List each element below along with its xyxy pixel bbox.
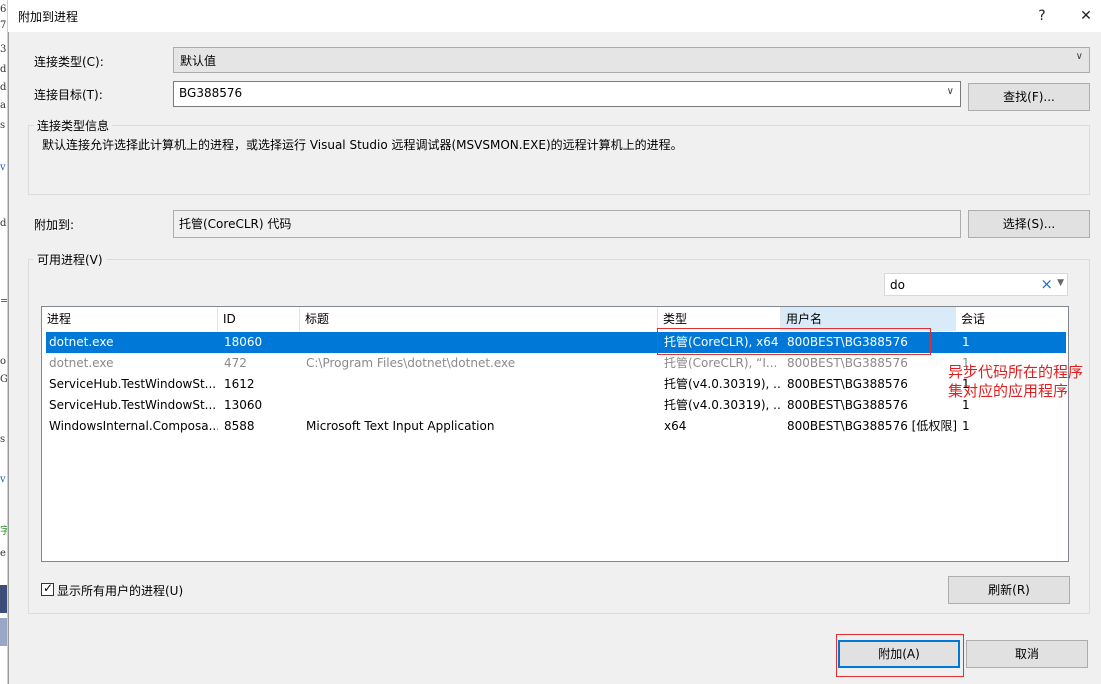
cell-username: 800BEST\BG388576	[787, 398, 908, 412]
process-filter-input[interactable]: do × ▼	[884, 273, 1068, 296]
find-button[interactable]: 查找(F)...	[968, 83, 1090, 111]
chevron-down-icon: ∨	[1075, 51, 1083, 62]
cell-session: 1	[962, 419, 970, 433]
connection-type-value: 默认值	[180, 54, 217, 68]
cell-id: 472	[224, 356, 247, 370]
attach-button[interactable]: 附加(A)	[838, 640, 960, 668]
connection-target-combo[interactable]: BG388576 ∨	[173, 81, 961, 107]
cell-process: WindowsInternal.Composa...	[49, 419, 218, 433]
connection-target-value: BG388576	[179, 86, 243, 100]
chevron-down-icon: ∨	[946, 86, 954, 97]
attach-to-label: 附加到:	[34, 218, 75, 232]
show-all-users-label[interactable]: 显示所有用户的进程(U)	[57, 582, 183, 599]
annotation-text-line1: 异步代码所在的程序	[948, 363, 1084, 381]
show-all-users-checkbox[interactable]: ✓	[41, 581, 54, 596]
cell-process: ServiceHub.TestWindowSt...	[49, 398, 217, 412]
background-window-strip: 6 7 3 d d a s v d = o G s v 字 e	[0, 0, 8, 684]
attach-to-field: 托管(CoreCLR) 代码	[173, 210, 961, 238]
cell-id: 13060	[224, 398, 263, 412]
annotation-text-line2: 集对应的应用程序	[948, 382, 1069, 400]
cell-id: 1612	[224, 377, 255, 391]
table-row[interactable]: WindowsInternal.Composa... 8588 Microsof…	[46, 416, 1066, 437]
dropdown-arrow-icon[interactable]: ▼	[1057, 278, 1064, 288]
cell-session: 1	[962, 335, 970, 349]
help-button[interactable]: ?	[1027, 4, 1057, 28]
cell-title	[303, 332, 658, 353]
cell-process: dotnet.exe	[49, 356, 114, 370]
cell-username: 800BEST\BG388576	[787, 356, 908, 370]
cell-type: 托管(v4.0.30319), ...	[664, 398, 781, 412]
cell-process: ServiceHub.TestWindowSt...	[49, 377, 217, 391]
column-header-session[interactable]: 会话	[956, 307, 1068, 331]
cell-type: x64	[664, 419, 687, 433]
connection-info-text: 默认连接允许选择此计算机上的进程，或选择运行 Visual Studio 远程调…	[42, 138, 683, 152]
cell-username: 800BEST\BG388576 [低权限]	[787, 419, 956, 433]
attach-to-value: 托管(CoreCLR) 代码	[179, 217, 292, 231]
cell-id: 8588	[224, 419, 255, 433]
cell-type: 托管(v4.0.30319), ...	[664, 377, 781, 391]
column-header-process[interactable]: 进程	[42, 307, 218, 331]
cell-title: Microsoft Text Input Application	[306, 419, 495, 433]
table-row[interactable]: ServiceHub.TestWindowSt... 13060 托管(v4.0…	[46, 395, 1066, 416]
process-filter-value: do	[890, 278, 905, 292]
table-row[interactable]: dotnet.exe 472 C:\Program Files\dotnet\d…	[46, 353, 1066, 374]
select-code-type-button[interactable]: 选择(S)...	[968, 210, 1090, 238]
cell-title: C:\Program Files\dotnet\dotnet.exe	[306, 356, 516, 370]
connection-type-select[interactable]: 默认值 ∨	[173, 47, 1090, 73]
refresh-button[interactable]: 刷新(R)	[948, 576, 1070, 604]
cancel-button[interactable]: 取消	[966, 640, 1088, 668]
connection-target-label: 连接目标(T):	[34, 88, 103, 102]
table-row[interactable]: ServiceHub.TestWindowSt... 1612 托管(v4.0.…	[46, 374, 1066, 395]
checkmark-icon: ✓	[43, 581, 54, 595]
column-header-title[interactable]: 标题	[300, 307, 658, 331]
close-button[interactable]: ✕	[1071, 4, 1101, 28]
cell-title	[303, 374, 658, 395]
cell-title	[303, 395, 658, 416]
cell-type: 托管(CoreCLR), “I...	[664, 356, 778, 370]
title-bar	[8, 0, 1101, 32]
dialog-title: 附加到进程	[18, 10, 79, 24]
connection-info-group-label: 连接类型信息	[34, 117, 113, 134]
connection-type-label: 连接类型(C):	[34, 55, 104, 69]
cell-process: dotnet.exe	[49, 335, 114, 349]
column-header-id[interactable]: ID	[218, 307, 300, 331]
clear-icon[interactable]: ×	[1040, 275, 1053, 293]
cell-username: 800BEST\BG388576	[787, 377, 908, 391]
available-processes-group-label: 可用进程(V)	[34, 251, 106, 268]
annotation-highlight-box	[657, 328, 931, 355]
cell-id: 18060	[224, 335, 263, 349]
